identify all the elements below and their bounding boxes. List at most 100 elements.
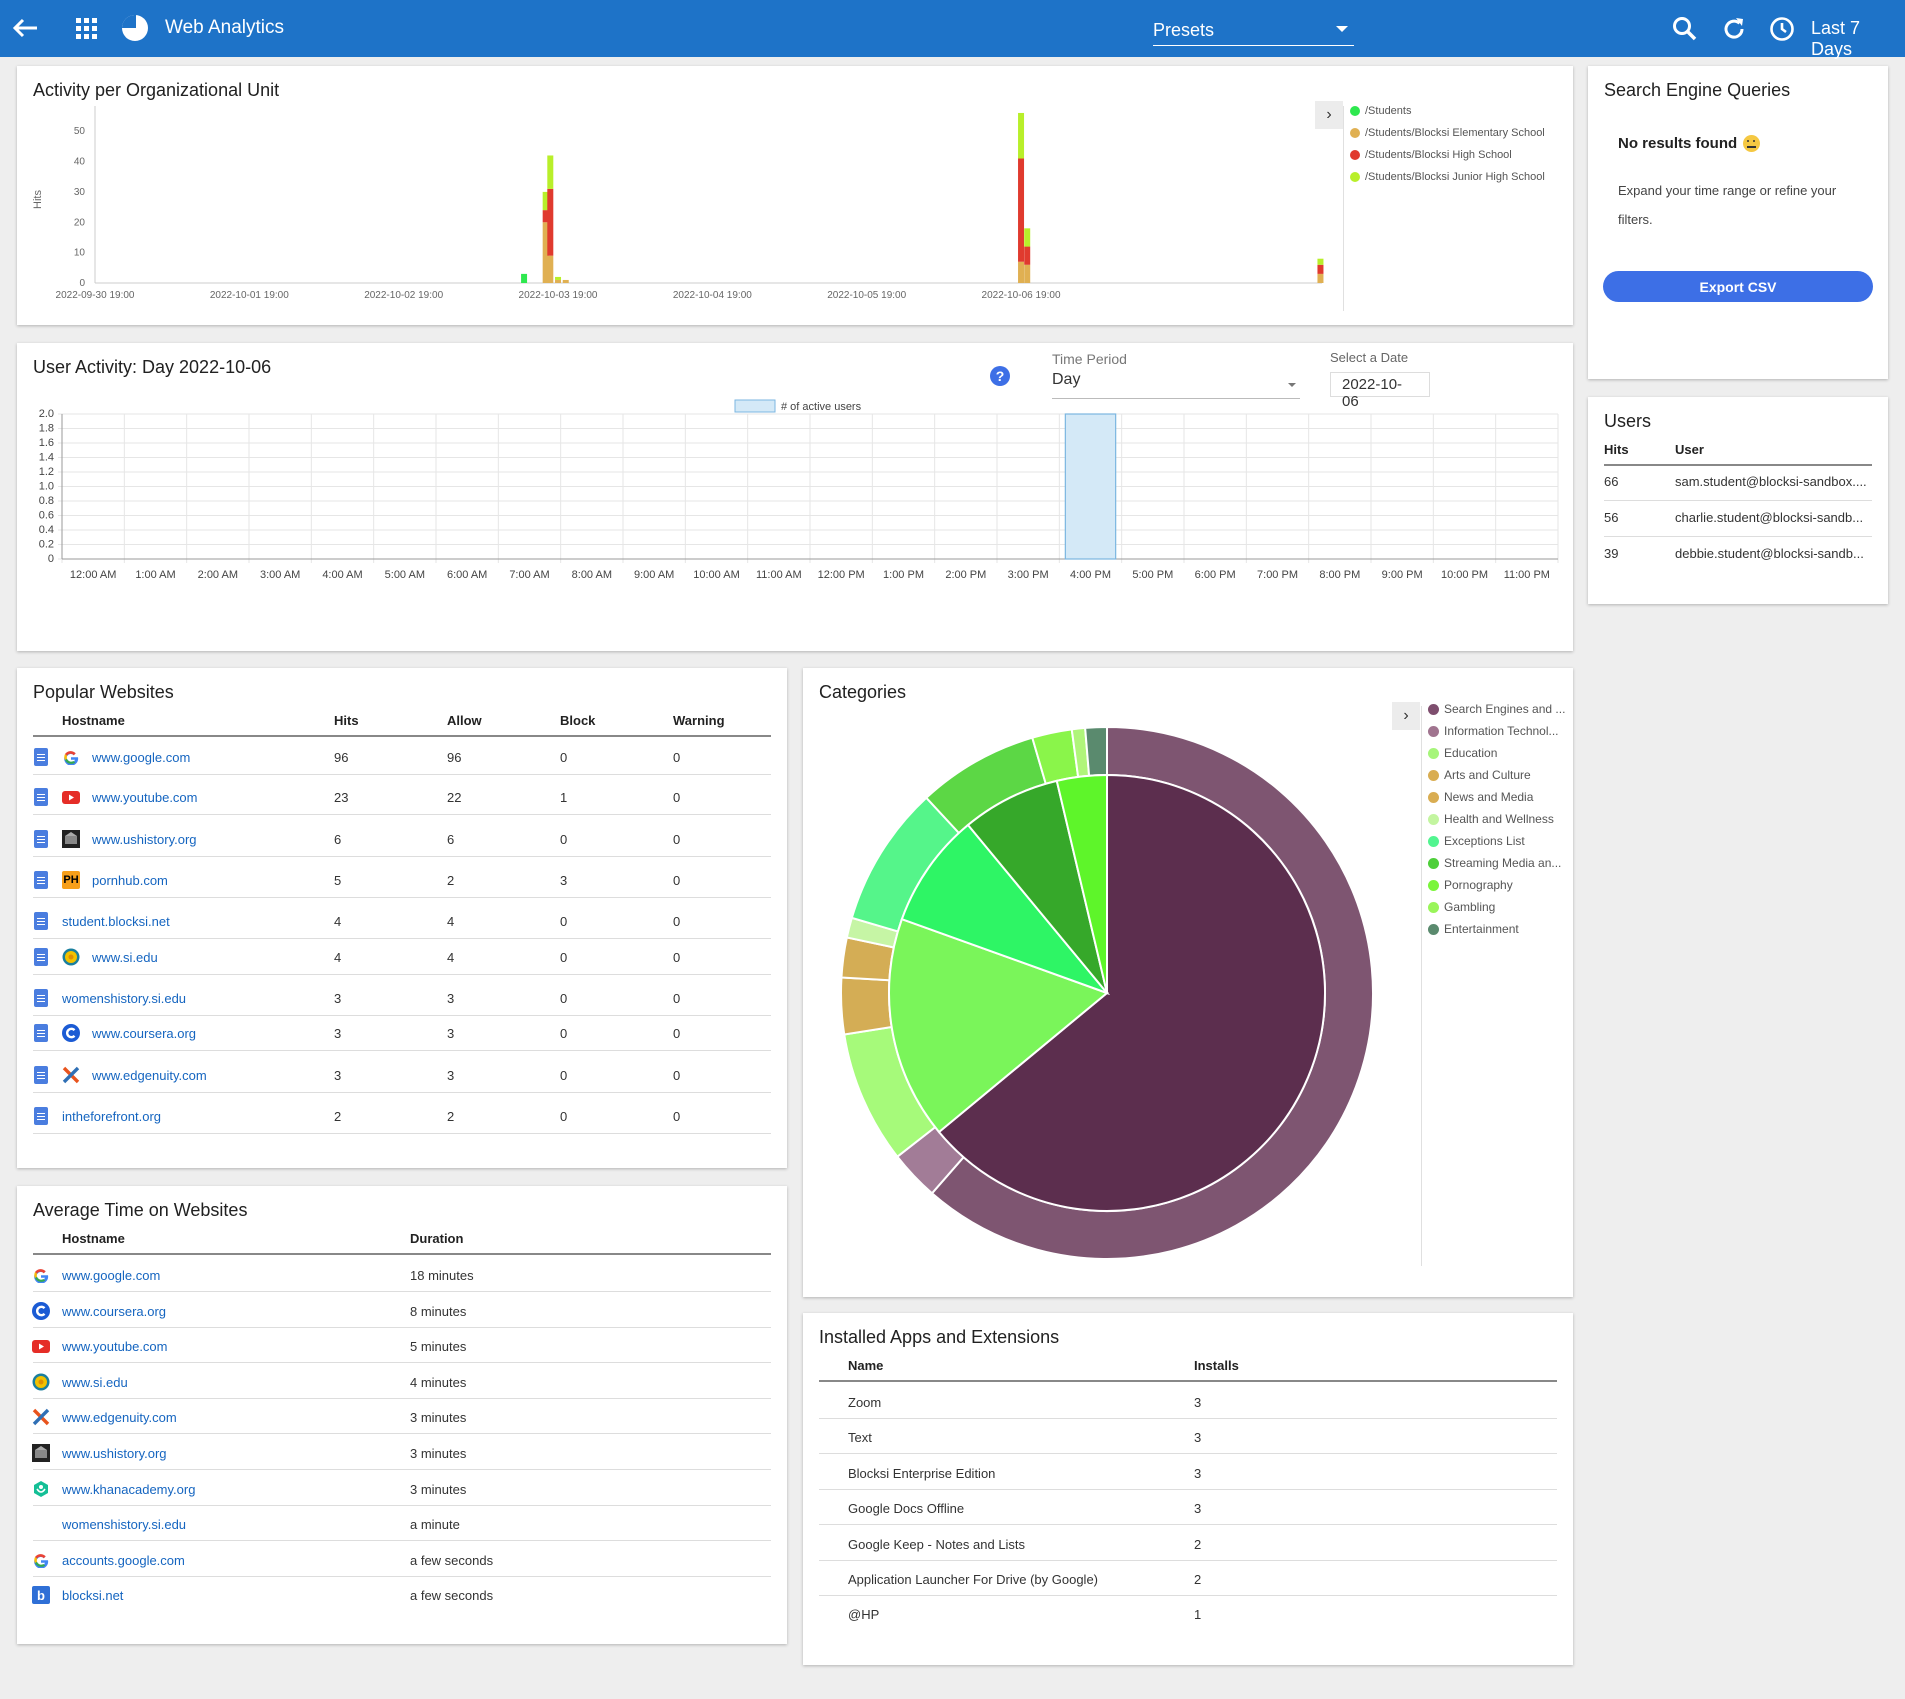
hostname-link[interactable]: www.coursera.org bbox=[62, 1304, 166, 1319]
hostname-link[interactable]: www.coursera.org bbox=[92, 1026, 196, 1041]
hostname-link[interactable]: www.khanacademy.org bbox=[62, 1482, 195, 1497]
hostname-link[interactable]: student.blocksi.net bbox=[62, 914, 170, 929]
legend-label: /Students/Blocksi High School bbox=[1365, 149, 1512, 161]
user-email[interactable]: charlie.student@blocksi-sandb... bbox=[1675, 510, 1863, 525]
hostname-link[interactable]: accounts.google.com bbox=[62, 1553, 185, 1568]
legend-label: Entertainment bbox=[1444, 922, 1519, 936]
document-icon[interactable] bbox=[34, 748, 48, 766]
edgenuity-icon bbox=[62, 1066, 80, 1084]
clock-icon[interactable] bbox=[1767, 14, 1797, 44]
cell-allow: 6 bbox=[447, 832, 455, 847]
document-icon[interactable] bbox=[34, 830, 48, 848]
legend-item[interactable]: Education bbox=[1428, 746, 1497, 760]
categories-chart bbox=[840, 725, 1374, 1260]
legend-item[interactable]: Health and Wellness bbox=[1428, 812, 1554, 826]
user-email[interactable]: sam.student@blocksi-sandbox.... bbox=[1675, 474, 1867, 489]
legend-item[interactable]: Streaming Media an... bbox=[1428, 856, 1561, 870]
time-range-label[interactable]: Last 7 Days bbox=[1811, 18, 1905, 60]
cell-allow: 3 bbox=[447, 991, 455, 1006]
row-divider bbox=[33, 1050, 771, 1051]
outer-slice bbox=[1084, 725, 1108, 777]
chevron-right-icon[interactable]: › bbox=[1392, 702, 1420, 730]
export-csv-button[interactable]: Export CSV bbox=[1603, 271, 1873, 302]
cell-warn: 0 bbox=[673, 914, 681, 929]
apps-grid-icon[interactable] bbox=[74, 16, 100, 42]
bar-segment bbox=[547, 188, 554, 256]
document-icon[interactable] bbox=[34, 912, 48, 930]
document-icon[interactable] bbox=[34, 788, 48, 806]
legend-item[interactable]: Arts and Culture bbox=[1428, 768, 1531, 782]
user-email[interactable]: debbie.student@blocksi-sandb... bbox=[1675, 546, 1864, 561]
bar-segment bbox=[547, 255, 554, 283]
legend-label: Pornography bbox=[1444, 878, 1513, 892]
document-icon[interactable] bbox=[34, 1024, 48, 1042]
hostname-link[interactable]: www.si.edu bbox=[62, 1375, 128, 1390]
hostname-link[interactable]: womenshistory.si.edu bbox=[62, 1517, 186, 1532]
refresh-icon[interactable] bbox=[1719, 14, 1749, 44]
legend-item[interactable]: Search Engines and ... bbox=[1428, 702, 1565, 716]
hostname-link[interactable]: pornhub.com bbox=[92, 873, 168, 888]
document-icon[interactable] bbox=[34, 1107, 48, 1125]
cell-warn: 0 bbox=[673, 790, 681, 805]
cell-warn: 0 bbox=[673, 991, 681, 1006]
row-divider bbox=[819, 1453, 1557, 1455]
x-tick-label: 2022-09-30 19:00 bbox=[56, 290, 135, 301]
document-icon[interactable] bbox=[34, 989, 48, 1007]
hostname-link[interactable]: www.edgenuity.com bbox=[62, 1410, 177, 1425]
hostname-link[interactable]: www.google.com bbox=[62, 1268, 160, 1283]
legend-item[interactable]: Gambling bbox=[1428, 900, 1495, 914]
hostname-link[interactable]: blocksi.net bbox=[62, 1588, 123, 1603]
presets-dropdown[interactable]: Presets bbox=[1153, 14, 1354, 46]
legend-item[interactable]: /Students/Blocksi High School bbox=[1350, 149, 1512, 161]
hostname-link[interactable]: www.si.edu bbox=[92, 950, 158, 965]
table-row[interactable] bbox=[819, 1385, 1557, 1419]
legend-item[interactable]: Exceptions List bbox=[1428, 834, 1525, 848]
legend-item[interactable]: /Students/Blocksi Junior High School bbox=[1350, 171, 1545, 183]
x-tick-label: 12:00 AM bbox=[70, 569, 116, 581]
cell-duration: a few seconds bbox=[410, 1588, 494, 1604]
search-icon[interactable] bbox=[1670, 14, 1700, 44]
table-row[interactable] bbox=[33, 1578, 771, 1612]
row-divider bbox=[33, 1504, 771, 1506]
user-hits: 66 bbox=[1604, 474, 1619, 489]
hostname-link[interactable]: womenshistory.si.edu bbox=[62, 991, 186, 1006]
hostname-link[interactable]: www.youtube.com bbox=[92, 790, 198, 805]
legend-item[interactable]: /Students bbox=[1350, 105, 1411, 117]
hostname-link[interactable]: www.ushistory.org bbox=[62, 1446, 167, 1461]
bar-segment bbox=[1018, 112, 1025, 159]
hostname-link[interactable]: intheforefront.org bbox=[62, 1109, 161, 1124]
legend-item[interactable]: Information Technol... bbox=[1428, 724, 1559, 738]
back-arrow-icon[interactable] bbox=[10, 14, 40, 42]
hostname-link[interactable]: www.google.com bbox=[92, 750, 190, 765]
legend-item[interactable]: /Students/Blocksi Elementary School bbox=[1350, 127, 1545, 139]
y-tick-label: 40 bbox=[74, 157, 86, 168]
row-divider bbox=[33, 1433, 771, 1435]
bar-segment bbox=[1024, 246, 1031, 265]
document-icon[interactable] bbox=[34, 1066, 48, 1084]
help-icon[interactable]: ? bbox=[990, 366, 1010, 386]
legend-label: # of active users bbox=[781, 401, 862, 413]
legend-item[interactable]: Entertainment bbox=[1428, 922, 1519, 936]
document-icon[interactable] bbox=[34, 871, 48, 889]
legend-item[interactable]: News and Media bbox=[1428, 790, 1533, 804]
cell-hits: 4 bbox=[334, 914, 342, 929]
date-input[interactable]: 2022-10-06 bbox=[1330, 372, 1430, 410]
legend-item[interactable]: Pornography bbox=[1428, 878, 1513, 892]
hostname-link[interactable]: www.youtube.com bbox=[62, 1339, 168, 1354]
hostname-link[interactable]: www.edgenuity.com bbox=[92, 1068, 207, 1083]
table-row[interactable] bbox=[819, 1597, 1557, 1631]
neutral-face-icon bbox=[1743, 135, 1761, 152]
popular-col-warning: Warning bbox=[673, 713, 725, 728]
table-row[interactable] bbox=[819, 1420, 1557, 1454]
x-tick-label: 10:00 AM bbox=[693, 569, 739, 581]
x-tick-label: 2022-10-03 19:00 bbox=[519, 290, 598, 301]
document-icon[interactable] bbox=[34, 948, 48, 966]
time-period-select[interactable]: Day bbox=[1052, 371, 1300, 399]
table-row[interactable] bbox=[33, 1365, 771, 1399]
chevron-right-icon[interactable]: › bbox=[1315, 101, 1343, 129]
outer-slice bbox=[840, 976, 893, 1036]
empty-state-title: No results found bbox=[1618, 135, 1761, 152]
hostname-link[interactable]: www.ushistory.org bbox=[92, 832, 197, 847]
bar-segment bbox=[1018, 158, 1025, 262]
x-tick-label: 6:00 PM bbox=[1195, 569, 1236, 581]
